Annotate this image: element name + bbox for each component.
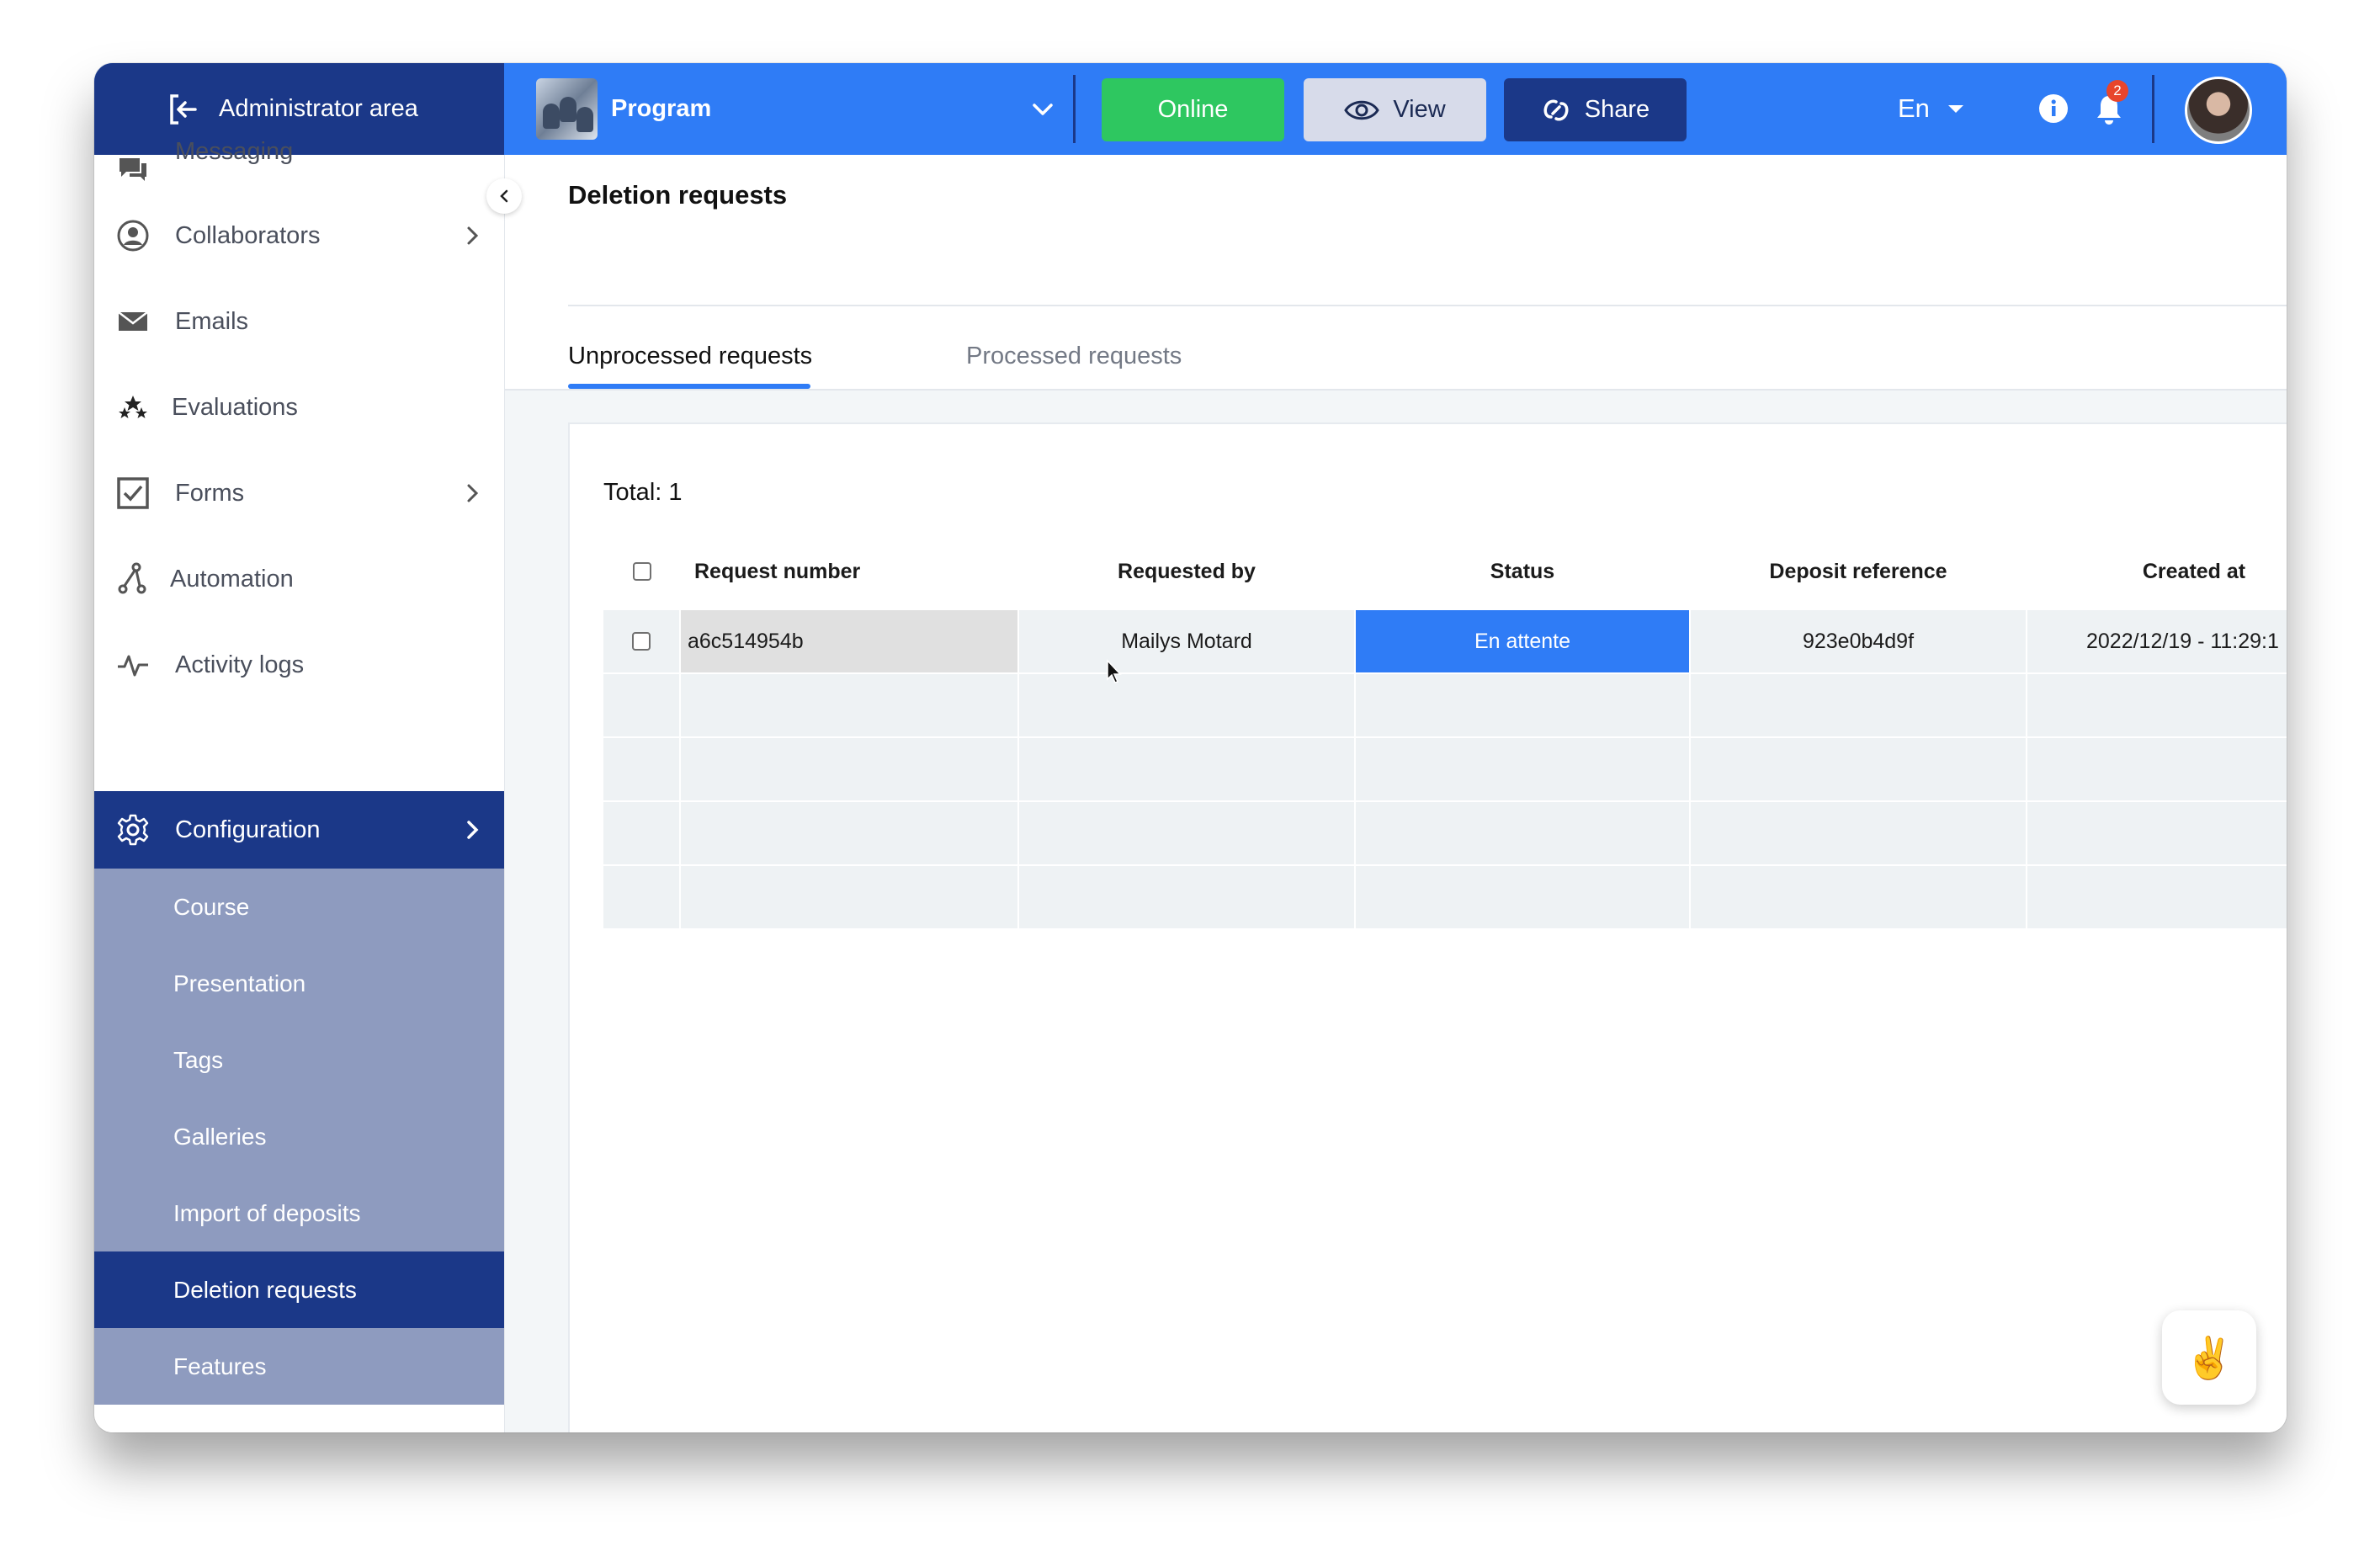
program-thumbnail: [536, 78, 598, 140]
page-header: Deletion requests Unprocessed requests P…: [505, 155, 2287, 391]
submenu-item-label: Galleries: [173, 1123, 267, 1150]
sidebar-item-label: Messaging: [175, 138, 294, 165]
automation-icon: [118, 562, 146, 594]
help-chat-button[interactable]: ✌️: [2162, 1310, 2256, 1405]
chat-icon: [120, 158, 146, 181]
tab-processed-requests[interactable]: Processed requests: [966, 343, 1182, 370]
submenu-item-course[interactable]: Course: [94, 869, 504, 945]
column-header[interactable]: Deposit reference: [1691, 546, 2026, 597]
language-selector[interactable]: En: [1898, 93, 1963, 124]
sidebar-item-label: Forms: [175, 479, 245, 507]
mouse-cursor-icon: [1107, 659, 1122, 683]
sidebar-item-label: Emails: [175, 307, 249, 335]
table-row[interactable]: a6c514954b Mailys Motard En attente 923e…: [603, 610, 2287, 672]
submenu-item-import-of-deposits[interactable]: Import of deposits: [94, 1175, 504, 1251]
sidebar-item-label: Collaborators: [175, 221, 321, 249]
column-header[interactable]: Status: [1356, 546, 1689, 597]
requested-by-cell[interactable]: Mailys Motard: [1019, 610, 1354, 672]
total-count: Total: 1: [603, 479, 683, 506]
collapse-sidebar-button[interactable]: [486, 178, 522, 214]
sidebar-item-emails[interactable]: Emails: [94, 283, 504, 360]
administrator-area-label: Administrator area: [219, 95, 418, 122]
sidebar-item-evaluations[interactable]: Evaluations: [94, 369, 504, 446]
sidebar-item-activity-logs[interactable]: Activity logs: [94, 626, 504, 704]
submenu-item-label: Features: [173, 1352, 267, 1379]
submenu-item-galleries[interactable]: Galleries: [94, 1098, 504, 1175]
view-button[interactable]: View: [1304, 78, 1486, 141]
sidebar-item-label: Automation: [170, 565, 294, 593]
chevron-left-icon: [500, 189, 508, 203]
status-cell[interactable]: En attente: [1356, 610, 1689, 672]
envelope-icon: [118, 311, 148, 331]
column-header[interactable]: Requested by: [1019, 546, 1354, 597]
row-checkbox[interactable]: [632, 632, 651, 651]
sidebar-item-automation[interactable]: Automation: [94, 540, 504, 618]
caret-down-icon: [1947, 104, 1963, 113]
submenu-item-presentation[interactable]: Presentation: [94, 945, 504, 1022]
chevron-right-icon: [467, 821, 479, 839]
divider: [505, 389, 2287, 391]
empty-table-row: [603, 866, 2287, 928]
chevron-down-icon[interactable]: [1028, 95, 1057, 124]
empty-table-row: [603, 674, 2287, 736]
avatar[interactable]: [2185, 77, 2252, 144]
language-label: En: [1898, 93, 1930, 123]
created-at-cell[interactable]: 2022/12/19 - 11:29:1: [2027, 610, 2287, 672]
empty-table-row: [603, 738, 2287, 800]
share-link-icon: [1543, 99, 1569, 120]
program-label: Program: [611, 95, 712, 122]
activity-icon: [118, 655, 148, 677]
request-number-cell[interactable]: a6c514954b: [681, 610, 1017, 672]
row-select[interactable]: [603, 610, 679, 672]
gear-icon: [117, 814, 149, 846]
select-all-checkbox[interactable]: [633, 562, 651, 581]
column-header[interactable]: Created at: [2027, 546, 2287, 597]
sidebar: Messaging Collaborators Emails Evaluatio…: [94, 138, 504, 1432]
view-label: View: [1393, 96, 1446, 123]
sidebar-item-forms[interactable]: Forms: [94, 454, 504, 532]
exit-icon: [170, 93, 197, 125]
checkbox-icon: [117, 477, 149, 509]
share-button[interactable]: Share: [1504, 78, 1687, 141]
submenu-item-tags[interactable]: Tags: [94, 1022, 504, 1098]
divider: [2152, 75, 2154, 143]
empty-table-row: [603, 802, 2287, 864]
online-button[interactable]: Online: [1102, 78, 1284, 141]
sidebar-item-label: Evaluations: [172, 393, 298, 421]
submenu-item-deletion-requests[interactable]: Deletion requests: [94, 1251, 504, 1328]
user-circle-icon: [117, 220, 149, 252]
sidebar-item-configuration[interactable]: Configuration: [94, 791, 504, 869]
page-title: Deletion requests: [568, 180, 788, 210]
sidebar-item-collaborators[interactable]: Collaborators: [94, 197, 504, 274]
divider: [568, 305, 2287, 306]
deposit-reference-cell[interactable]: 923e0b4d9f: [1691, 610, 2026, 672]
app-window: Administrator area Program Online View S…: [94, 63, 2287, 1432]
online-label: Online: [1157, 96, 1229, 123]
submenu-item-label: Course: [173, 893, 250, 920]
submenu-item-label: Presentation: [173, 970, 306, 996]
requests-card: Total: 1 Request number Requested by Sta…: [568, 422, 2287, 1432]
column-header[interactable]: Request number: [681, 546, 1017, 597]
notification-badge: 2: [2106, 80, 2128, 102]
stars-icon: [119, 396, 147, 418]
eye-icon: [1344, 100, 1380, 120]
submenu-item-label: Deletion requests: [173, 1276, 357, 1303]
program-selector[interactable]: Program: [536, 78, 711, 140]
main-content: Deletion requests Unprocessed requests P…: [504, 155, 2287, 1432]
sidebar-item-label: Activity logs: [175, 651, 305, 678]
submenu-item-label: Import of deposits: [173, 1199, 361, 1226]
info-icon[interactable]: [2038, 93, 2069, 124]
share-label: Share: [1584, 96, 1650, 123]
sidebar-item-label: Configuration: [175, 816, 321, 843]
sidebar-item-messaging[interactable]: Messaging: [94, 128, 504, 205]
tab-unprocessed-requests[interactable]: Unprocessed requests: [568, 343, 812, 370]
divider: [1073, 75, 1076, 143]
submenu-item-label: Tags: [173, 1046, 224, 1073]
chevron-right-icon: [467, 484, 479, 502]
submenu-item-features[interactable]: Features: [94, 1328, 504, 1405]
chevron-right-icon: [467, 226, 479, 245]
header-select-all[interactable]: [603, 546, 681, 597]
